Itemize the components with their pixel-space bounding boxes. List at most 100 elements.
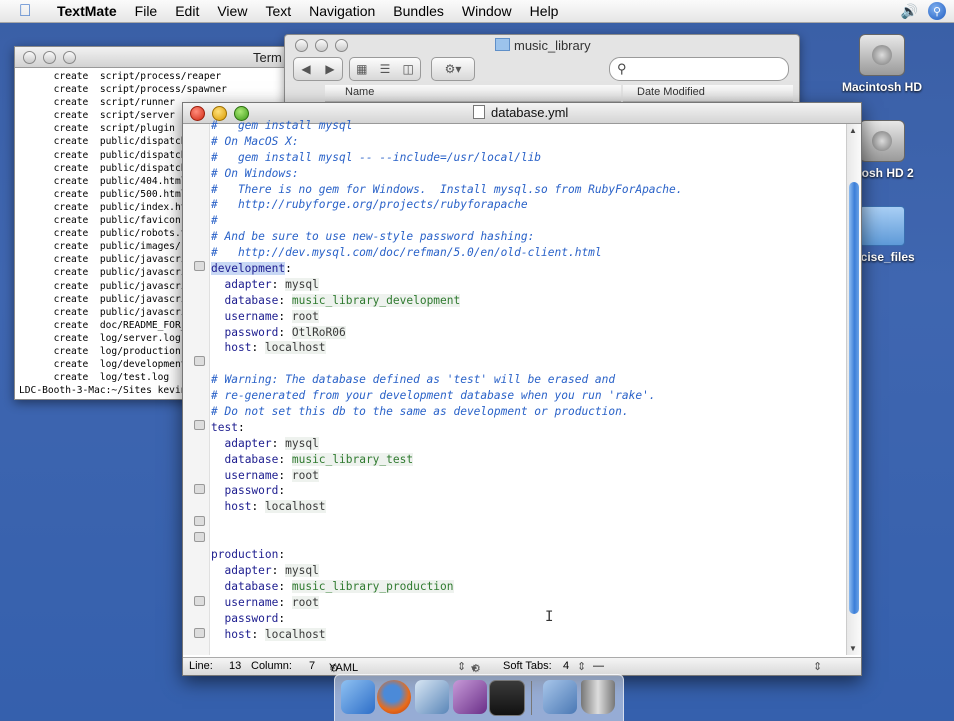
fold-toggle-icon[interactable] xyxy=(194,628,205,638)
code-token: : xyxy=(285,262,292,276)
fold-toggle-icon[interactable] xyxy=(194,532,205,542)
code-token: mysql xyxy=(285,563,319,577)
scroll-up-arrow-icon[interactable]: ▲ xyxy=(849,126,857,135)
fold-toggle-icon[interactable] xyxy=(194,261,205,271)
text-cursor-icon: I xyxy=(545,609,554,625)
desktop-icon-label: Macintosh HD xyxy=(841,80,922,94)
zoom-button[interactable] xyxy=(335,39,348,52)
code-token: : xyxy=(278,484,286,498)
apple-menu-icon[interactable]:  xyxy=(14,1,36,21)
fold-toggle-icon[interactable] xyxy=(194,596,205,606)
symbol-selector[interactable]: — xyxy=(593,660,604,672)
menu-window[interactable]: Window xyxy=(453,3,521,19)
code-line: adapter: mysql xyxy=(211,436,845,452)
soft-tabs-value[interactable]: 4 xyxy=(563,660,569,672)
scroll-thumb[interactable] xyxy=(849,182,859,614)
code-line: username: root xyxy=(211,309,845,325)
fold-toggle-icon[interactable] xyxy=(194,516,205,526)
applications-icon[interactable] xyxy=(543,680,577,714)
code-token: : xyxy=(278,452,292,466)
terminal-title-bar[interactable]: Term xyxy=(15,47,305,68)
search-input[interactable]: ⚲ xyxy=(609,57,789,81)
code-token: # gem install mysql xyxy=(211,119,353,132)
terminal-icon[interactable] xyxy=(489,680,525,716)
fold-toggle-icon[interactable] xyxy=(194,356,205,366)
column-header-name[interactable]: Name xyxy=(325,85,621,102)
volume-icon[interactable]: 🔊 xyxy=(901,3,918,20)
menu-file[interactable]: File xyxy=(126,3,167,19)
code-token: database xyxy=(224,579,279,593)
code-line: # gem install mysql -- --include=/usr/lo… xyxy=(211,150,845,166)
zoom-button[interactable] xyxy=(63,51,76,64)
back-arrow-icon[interactable]: ◀ xyxy=(301,62,310,76)
code-token: # There is no gem for Windows. Install m… xyxy=(211,182,683,196)
back-forward-buttons[interactable]: ◀ ▶ xyxy=(293,57,343,81)
soft-tabs-label[interactable]: Soft Tabs: xyxy=(503,660,552,672)
code-token: # On MacOS X: xyxy=(211,134,299,148)
trash-icon[interactable] xyxy=(581,680,615,714)
code-token: : xyxy=(271,563,286,577)
close-button[interactable] xyxy=(190,106,205,121)
code-token: localhost xyxy=(264,627,326,641)
code-line: # Do not set this db to the same as deve… xyxy=(211,404,845,420)
spotlight-icon[interactable]: ⚲ xyxy=(928,2,946,20)
code-token: : xyxy=(278,325,292,339)
code-token: root xyxy=(291,595,319,609)
code-line: database: music_library_production xyxy=(211,579,845,595)
menu-edit[interactable]: Edit xyxy=(166,3,208,19)
tabs-stepper-icon[interactable]: ⇕ xyxy=(577,660,586,673)
textmate-icon[interactable] xyxy=(453,680,487,714)
code-line: password: OtlRoR06 xyxy=(211,325,845,341)
code-token: mysql xyxy=(285,277,319,291)
code-token: : xyxy=(237,420,245,434)
action-button[interactable]: ⚙▾ xyxy=(431,57,475,81)
line-gutter[interactable] xyxy=(183,124,210,655)
code-editor[interactable]: # gem install mysql # On MacOS X: # gem in… xyxy=(211,118,845,655)
desktop-icon-macintosh-hd[interactable]: Macintosh HD xyxy=(837,34,927,94)
code-token: password xyxy=(224,484,279,498)
close-button[interactable] xyxy=(295,39,308,52)
preview-icon[interactable] xyxy=(415,680,449,714)
menu-navigation[interactable]: Navigation xyxy=(300,3,384,19)
column-header-date[interactable]: Date Modified xyxy=(623,85,793,102)
vertical-scrollbar[interactable]: ▲ ▼ xyxy=(846,124,861,655)
menu-view[interactable]: View xyxy=(208,3,256,19)
folder-icon xyxy=(859,206,905,246)
code-token: # Warning: The database defined as 'test… xyxy=(211,373,616,387)
minimize-button[interactable] xyxy=(315,39,328,52)
scroll-down-arrow-icon[interactable]: ▼ xyxy=(849,644,857,653)
minimize-button[interactable] xyxy=(43,51,56,64)
menu-help[interactable]: Help xyxy=(521,3,568,19)
forward-arrow-icon[interactable]: ▶ xyxy=(325,62,334,76)
code-token: : xyxy=(278,548,286,562)
fold-toggle-icon[interactable] xyxy=(194,484,205,494)
code-line: # There is no gem for Windows. Install m… xyxy=(211,182,845,198)
close-button[interactable] xyxy=(23,51,36,64)
symbol-stepper-icon[interactable]: ⇕ xyxy=(813,660,822,673)
code-line: # xyxy=(211,213,845,229)
textmate-window[interactable]: database.yml # gem install mysql # On Mac… xyxy=(182,102,862,676)
code-token: host xyxy=(224,341,252,355)
finder-icon[interactable] xyxy=(341,680,375,714)
icon-view-icon[interactable]: ▦ xyxy=(356,62,367,76)
menu-bundles[interactable]: Bundles xyxy=(384,3,453,19)
firefox-icon[interactable] xyxy=(377,680,411,714)
column-view-icon[interactable]: ◫ xyxy=(403,62,414,76)
dock-separator xyxy=(531,681,532,715)
language-label: YAML xyxy=(329,662,359,674)
code-token: database xyxy=(224,293,279,307)
code-token: # Do not set this db to the same as deve… xyxy=(211,405,629,419)
fold-toggle-icon[interactable] xyxy=(194,420,205,430)
code-token: password xyxy=(224,611,279,625)
grammar-stepper-icon[interactable]: ⇕ xyxy=(457,660,466,673)
list-view-icon[interactable]: ☰ xyxy=(380,62,391,76)
view-mode-buttons[interactable]: ▦ ☰ ◫ xyxy=(349,57,421,81)
menu-app-name[interactable]: TextMate xyxy=(48,3,126,19)
menu-text[interactable]: Text xyxy=(256,3,300,19)
